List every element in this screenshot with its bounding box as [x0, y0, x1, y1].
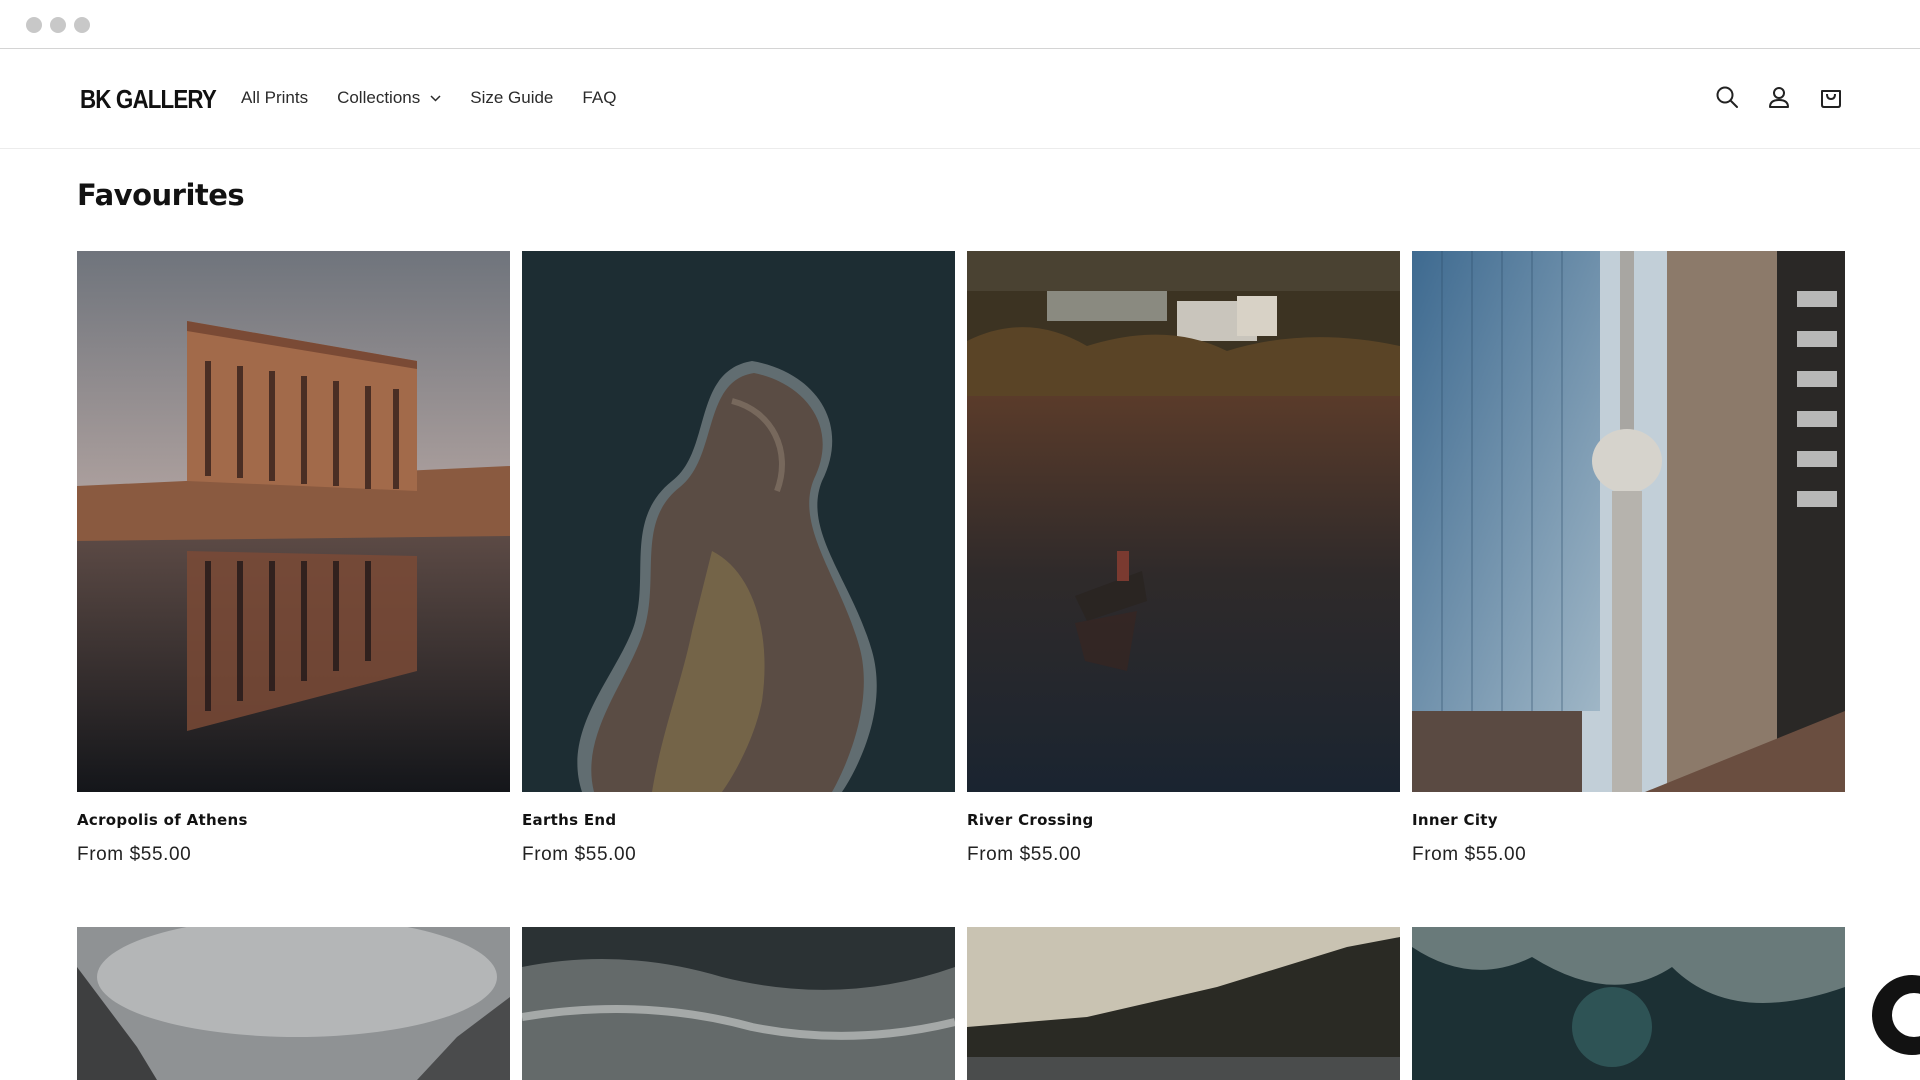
product-price: From $55.00	[522, 844, 637, 865]
chat-bubble-inner	[1892, 993, 1920, 1037]
window-controls	[26, 17, 90, 33]
product-image-sea-foam[interactable]	[1412, 927, 1845, 1080]
product-card[interactable]: River Crossing From $55.00	[967, 251, 1400, 865]
site-logo[interactable]: BK GALLERY	[80, 84, 217, 115]
product-image-island-aerial[interactable]	[522, 251, 955, 792]
product-title[interactable]: Inner City	[1412, 811, 1498, 829]
header-actions	[1714, 84, 1844, 110]
product-image-ocean-waves[interactable]	[522, 927, 955, 1080]
product-image-misty-mountains[interactable]	[77, 927, 510, 1080]
maximize-window-button[interactable]	[74, 17, 90, 33]
site-header: BK GALLERY All Prints Collections Size G…	[0, 50, 1920, 149]
nav-all-prints[interactable]: All Prints	[241, 88, 308, 108]
chat-icon[interactable]	[1872, 975, 1920, 1055]
product-image-river-boat[interactable]	[967, 251, 1400, 792]
close-window-button[interactable]	[26, 17, 42, 33]
search-icon[interactable]	[1714, 84, 1740, 110]
product-title[interactable]: River Crossing	[967, 811, 1094, 829]
nav-faq[interactable]: FAQ	[582, 88, 616, 108]
minimize-window-button[interactable]	[50, 17, 66, 33]
product-image-city-tower[interactable]	[1412, 251, 1845, 792]
section-title: Favourites	[77, 178, 245, 212]
nav-size-guide[interactable]: Size Guide	[470, 88, 553, 108]
product-title[interactable]: Earths End	[522, 811, 616, 829]
chevron-down-icon	[430, 94, 441, 102]
product-price: From $55.00	[967, 844, 1082, 865]
browser-chrome	[0, 0, 1920, 49]
product-card[interactable]: Inner City From $55.00	[1412, 251, 1845, 865]
nav-collections-label: Collections	[337, 88, 421, 107]
product-card[interactable]: Earths End From $55.00	[522, 251, 955, 865]
product-image-acropolis[interactable]	[77, 251, 510, 792]
nav-collections[interactable]: Collections	[337, 88, 441, 108]
product-price: From $55.00	[77, 844, 192, 865]
cart-icon[interactable]	[1818, 84, 1844, 110]
product-price: From $55.00	[1412, 844, 1527, 865]
product-card[interactable]: Acropolis of Athens From $55.00	[77, 251, 510, 865]
product-image-lake-hills[interactable]	[967, 927, 1400, 1080]
account-icon[interactable]	[1766, 84, 1792, 110]
main-nav: All Prints Collections Size Guide FAQ	[241, 88, 645, 108]
product-title[interactable]: Acropolis of Athens	[77, 811, 248, 829]
